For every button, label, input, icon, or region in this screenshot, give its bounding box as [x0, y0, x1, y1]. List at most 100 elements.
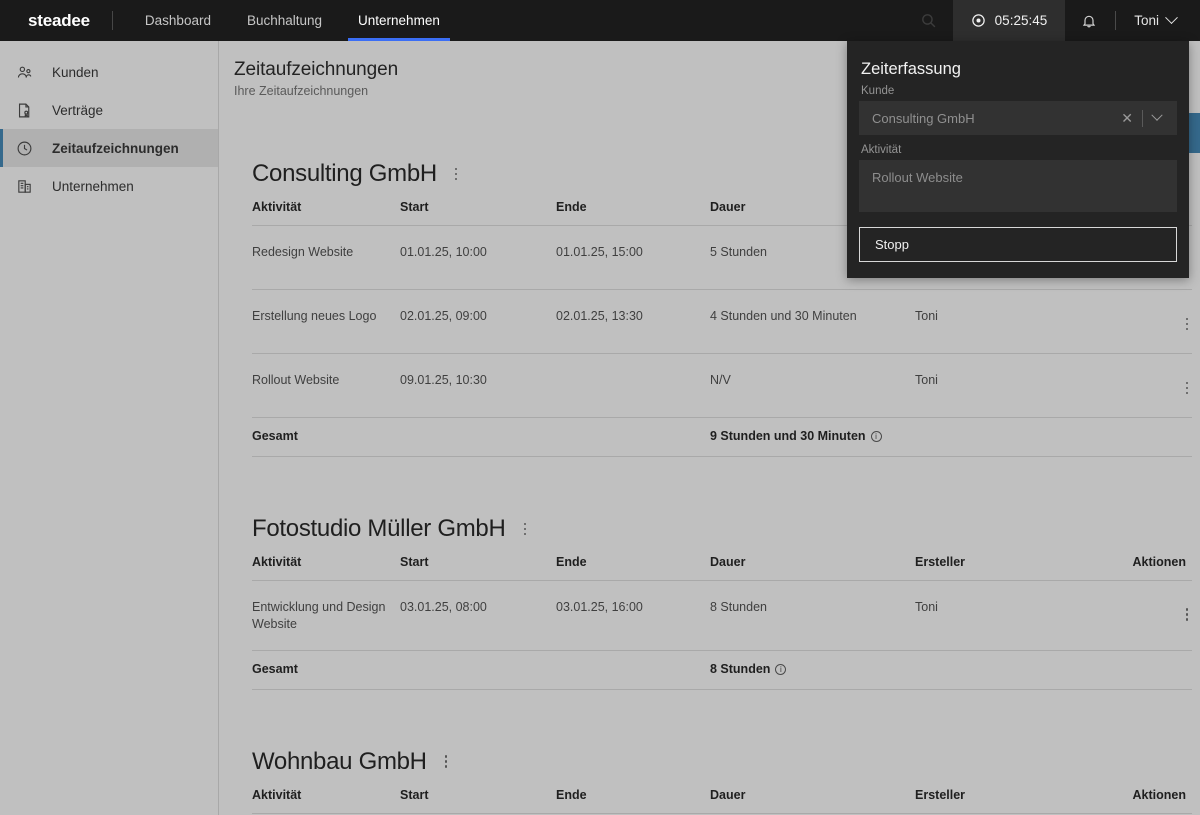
column-header-ende: Ende	[556, 552, 710, 581]
kunde-label: Kunde	[861, 85, 1177, 97]
row-menu-button[interactable]	[1182, 376, 1193, 401]
side-panel-tab[interactable]	[1189, 113, 1200, 153]
table-row[interactable]: Entwicklung und Design Website 03.01.25,…	[252, 580, 1192, 650]
notifications-button[interactable]	[1065, 0, 1113, 41]
record-target-icon	[971, 13, 986, 28]
dropdown-toggle[interactable]	[1145, 114, 1169, 122]
contract-icon	[16, 102, 33, 119]
cell-dauer: 8 Stunden	[710, 580, 915, 650]
column-header-aktionen: Aktionen	[1120, 552, 1192, 581]
section-menu-button[interactable]	[451, 162, 462, 187]
app-root: steadee Dashboard Buchhaltung Unternehme…	[0, 0, 1200, 815]
sidebar-item-kunden[interactable]: Kunden	[0, 53, 218, 91]
section-fotostudio-mueller-gmbh: Fotostudio Müller GmbH Aktivität Start E…	[220, 515, 1200, 690]
kunde-select[interactable]: Consulting GmbH ✕	[859, 101, 1177, 135]
timer-value: 05:25:45	[995, 13, 1048, 28]
section-menu-button[interactable]	[520, 517, 531, 542]
users-icon	[16, 64, 33, 81]
column-header-aktivitaet: Aktivität	[252, 197, 400, 226]
section-header: Fotostudio Müller GmbH	[252, 515, 1190, 543]
spacer	[220, 457, 1200, 515]
column-header-start: Start	[400, 785, 556, 814]
row-menu-button[interactable]	[1182, 602, 1193, 627]
column-header-dauer: Dauer	[710, 785, 915, 814]
sidebar-item-label: Kunden	[52, 65, 99, 80]
info-icon[interactable]: i	[871, 431, 882, 442]
stopp-button[interactable]: Stopp	[859, 227, 1177, 262]
sidebar: Kunden Verträge Zeitaufzeichnungen Unter…	[0, 41, 219, 815]
section-title: Consulting GmbH	[252, 160, 437, 188]
cell-aktivitaet: Erstellung neues Logo	[252, 290, 400, 354]
table-row[interactable]: Erstellung neues Logo 02.01.25, 09:00 02…	[252, 290, 1192, 354]
user-menu-button[interactable]: Toni	[1118, 0, 1200, 41]
total-dauer: 8 Stunden i	[710, 650, 915, 689]
clear-icon[interactable]: ✕	[1114, 111, 1140, 125]
brand-logo[interactable]: steadee	[0, 0, 112, 41]
chevron-down-icon	[1165, 11, 1178, 24]
total-spacer	[556, 650, 710, 689]
total-spacer	[400, 418, 556, 457]
time-records-table: Aktivität Start Ende Dauer Ersteller Akt…	[252, 785, 1192, 815]
search-button[interactable]	[905, 0, 953, 41]
cell-start: 09.01.25, 10:30	[400, 354, 556, 418]
cell-ende: 02.01.25, 13:30	[556, 290, 710, 354]
cell-aktionen	[1120, 580, 1192, 650]
total-spacer	[556, 418, 710, 457]
row-menu-button[interactable]	[1182, 312, 1193, 337]
clock-icon	[16, 140, 33, 157]
cell-aktivitaet: Entwicklung und Design Website	[252, 580, 400, 650]
section-wohnbau-gmbh: Wohnbau GmbH Aktivität Start Ende Dauer …	[220, 748, 1200, 815]
section-title: Fotostudio Müller GmbH	[252, 515, 506, 543]
nav-item-dashboard[interactable]: Dashboard	[127, 0, 229, 41]
nav-item-buchhaltung[interactable]: Buchhaltung	[229, 0, 340, 41]
search-icon	[920, 12, 937, 29]
cell-aktionen	[1120, 290, 1192, 354]
topbar-spacer	[458, 0, 905, 41]
info-icon[interactable]: i	[775, 664, 786, 675]
total-spacer	[1120, 418, 1192, 457]
user-name: Toni	[1134, 13, 1159, 28]
total-spacer	[915, 418, 1120, 457]
sidebar-item-label: Verträge	[52, 103, 103, 118]
timer-button[interactable]: 05:25:45	[953, 0, 1066, 41]
sidebar-item-vertraege[interactable]: Verträge	[0, 91, 218, 129]
sidebar-item-unternehmen[interactable]: Unternehmen	[0, 167, 218, 205]
cell-ersteller: Toni	[915, 354, 1120, 418]
sidebar-item-label: Unternehmen	[52, 179, 134, 194]
column-header-ende: Ende	[556, 785, 710, 814]
cell-aktivitaet: Rollout Website	[252, 354, 400, 418]
section-title: Wohnbau GmbH	[252, 748, 427, 776]
top-navigation-bar: steadee Dashboard Buchhaltung Unternehme…	[0, 0, 1200, 41]
total-dauer: 9 Stunden und 30 Minuteni	[710, 418, 915, 457]
total-spacer	[400, 650, 556, 689]
sidebar-item-zeitaufzeichnungen[interactable]: Zeitaufzeichnungen	[0, 129, 218, 167]
section-menu-button[interactable]	[441, 749, 452, 774]
cell-aktionen	[1120, 354, 1192, 418]
cell-ende: 03.01.25, 16:00	[556, 580, 710, 650]
total-spacer	[915, 650, 1120, 689]
cell-ende	[556, 354, 710, 418]
topbar-divider	[1115, 11, 1116, 30]
nav-item-unternehmen[interactable]: Unternehmen	[340, 0, 458, 41]
building-icon	[16, 178, 33, 195]
section-header: Wohnbau GmbH	[252, 748, 1190, 776]
zeiterfassung-popup: Zeiterfassung Kunde Consulting GmbH ✕ Ak…	[847, 41, 1189, 278]
cell-start: 01.01.25, 10:00	[400, 226, 556, 290]
column-header-ende: Ende	[556, 197, 710, 226]
total-dauer-value: 8 Stunden	[710, 662, 770, 676]
aktivitaet-input[interactable]: Rollout Website	[859, 160, 1177, 212]
total-label: Gesamt	[252, 650, 400, 689]
cell-ersteller: Toni	[915, 290, 1120, 354]
total-label: Gesamt	[252, 418, 400, 457]
cell-ende: 01.01.25, 15:00	[556, 226, 710, 290]
kunde-selected-value: Consulting GmbH	[872, 111, 1114, 126]
time-records-table: Aktivität Start Ende Dauer Ersteller Akt…	[252, 552, 1192, 690]
column-header-ersteller: Ersteller	[915, 552, 1120, 581]
cell-dauer: N/V	[710, 354, 915, 418]
bell-icon	[1081, 13, 1097, 29]
table-total-row: Gesamt 8 Stunden i	[252, 650, 1192, 689]
sidebar-item-label: Zeitaufzeichnungen	[52, 141, 179, 156]
main-nav: Dashboard Buchhaltung Unternehmen	[127, 0, 458, 41]
chevron-down-icon	[1151, 110, 1162, 121]
table-row[interactable]: Rollout Website 09.01.25, 10:30 N/V Toni	[252, 354, 1192, 418]
